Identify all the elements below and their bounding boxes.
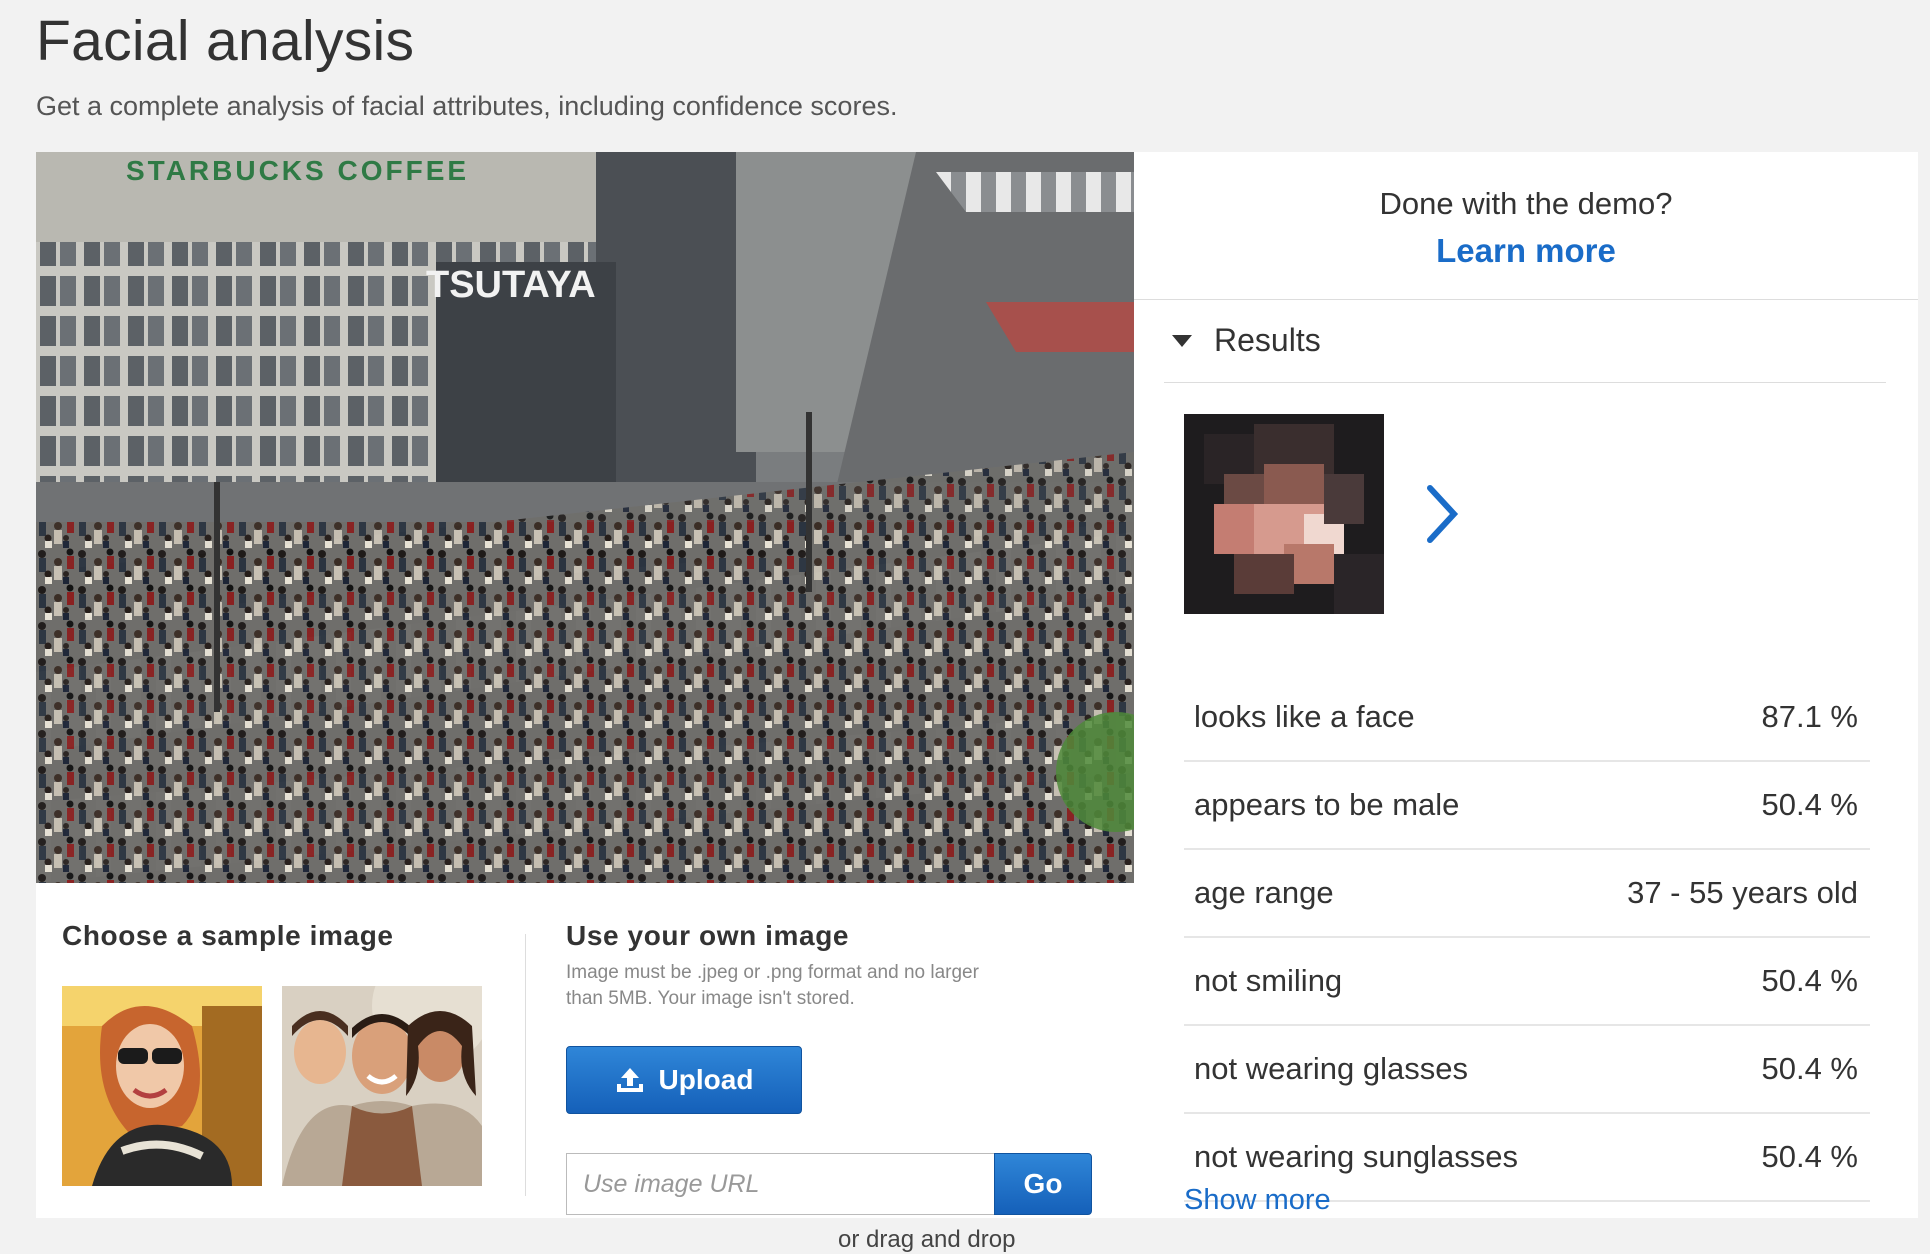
go-button[interactable]: Go	[994, 1153, 1092, 1215]
results-heading: Results	[1214, 322, 1321, 358]
results-toggle[interactable]: Results	[1172, 322, 1321, 359]
attribute-label: appears to be male	[1194, 787, 1460, 822]
sample-images-heading: Choose a sample image	[62, 920, 394, 951]
attribute-value: 50.4 %	[1761, 1139, 1858, 1174]
main-panel: STARBUCKS COFFEE TSUTAYA Choose a sample…	[36, 152, 1135, 1253]
detected-face-thumbnail[interactable]	[1184, 414, 1384, 614]
upload-button[interactable]: Upload	[566, 1046, 802, 1114]
sample-image-family[interactable]	[282, 986, 482, 1186]
attribute-label: not smiling	[1194, 963, 1343, 998]
next-face-chevron-icon[interactable]	[1422, 482, 1462, 546]
attribute-label: not wearing glasses	[1194, 1051, 1468, 1086]
attribute-value: 50.4 %	[1761, 1051, 1858, 1086]
page-subtitle: Get a complete analysis of facial attrib…	[36, 91, 898, 121]
drag-drop-text: or drag and drop	[838, 1226, 1016, 1253]
column-divider	[525, 934, 526, 1196]
learn-more-link[interactable]: Learn more	[1134, 232, 1918, 270]
divider	[1134, 299, 1918, 300]
attribute-row: looks like a face 87.1 %	[1184, 674, 1870, 762]
attribute-value: 87.1 %	[1761, 699, 1858, 734]
attribute-label: age range	[1194, 875, 1334, 910]
own-image-heading: Use your own image	[566, 920, 850, 951]
sample-image-woman-sunglasses[interactable]	[62, 986, 262, 1186]
results-panel: Done with the demo? Learn more Results l…	[1134, 152, 1918, 1218]
attribute-row: not wearing glasses 50.4 %	[1184, 1026, 1870, 1114]
upload-button-label: Upload	[658, 1064, 754, 1095]
attribute-value: 37 - 55 years old	[1627, 875, 1858, 910]
page-title: Facial analysis	[36, 9, 415, 73]
divider	[1164, 382, 1886, 383]
attribute-row: appears to be male 50.4 %	[1184, 762, 1870, 850]
tsutaya-sign: TSUTAYA	[426, 264, 596, 306]
attribute-label: not wearing sunglasses	[1194, 1139, 1518, 1174]
attribute-label: looks like a face	[1194, 699, 1415, 734]
demo-question: Done with the demo?	[1379, 186, 1673, 221]
analyzed-image: STARBUCKS COFFEE TSUTAYA	[36, 152, 1134, 883]
attribute-value: 50.4 %	[1761, 963, 1858, 998]
own-image-note: Image must be .jpeg or .png format and n…	[566, 962, 979, 1009]
upload-icon	[616, 1068, 643, 1092]
image-url-input[interactable]	[566, 1153, 994, 1215]
starbucks-sign: STARBUCKS COFFEE	[126, 155, 469, 186]
attribute-value: 50.4 %	[1761, 787, 1858, 822]
attribute-row: not smiling 50.4 %	[1184, 938, 1870, 1026]
show-more-link[interactable]: Show more	[1184, 1184, 1331, 1217]
attribute-row: age range 37 - 55 years old	[1184, 850, 1870, 938]
caret-down-icon	[1172, 334, 1192, 347]
